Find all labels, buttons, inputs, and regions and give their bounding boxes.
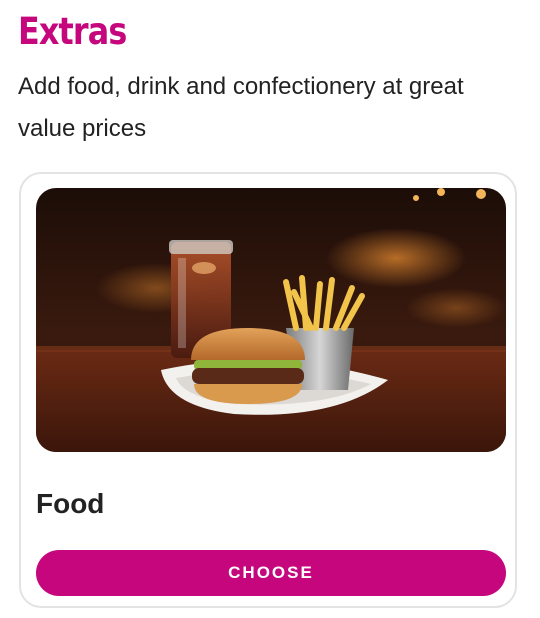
card-title: Food <box>36 488 105 519</box>
food-image <box>36 188 506 452</box>
burger-fries-cola-illustration <box>36 188 506 452</box>
food-extra-card: Food CHOOSE <box>19 172 517 608</box>
page-subtitle: Add food, drink and confectionery at gre… <box>18 73 464 142</box>
page-title: Extras <box>18 10 127 53</box>
choose-button[interactable]: CHOOSE <box>36 550 506 596</box>
